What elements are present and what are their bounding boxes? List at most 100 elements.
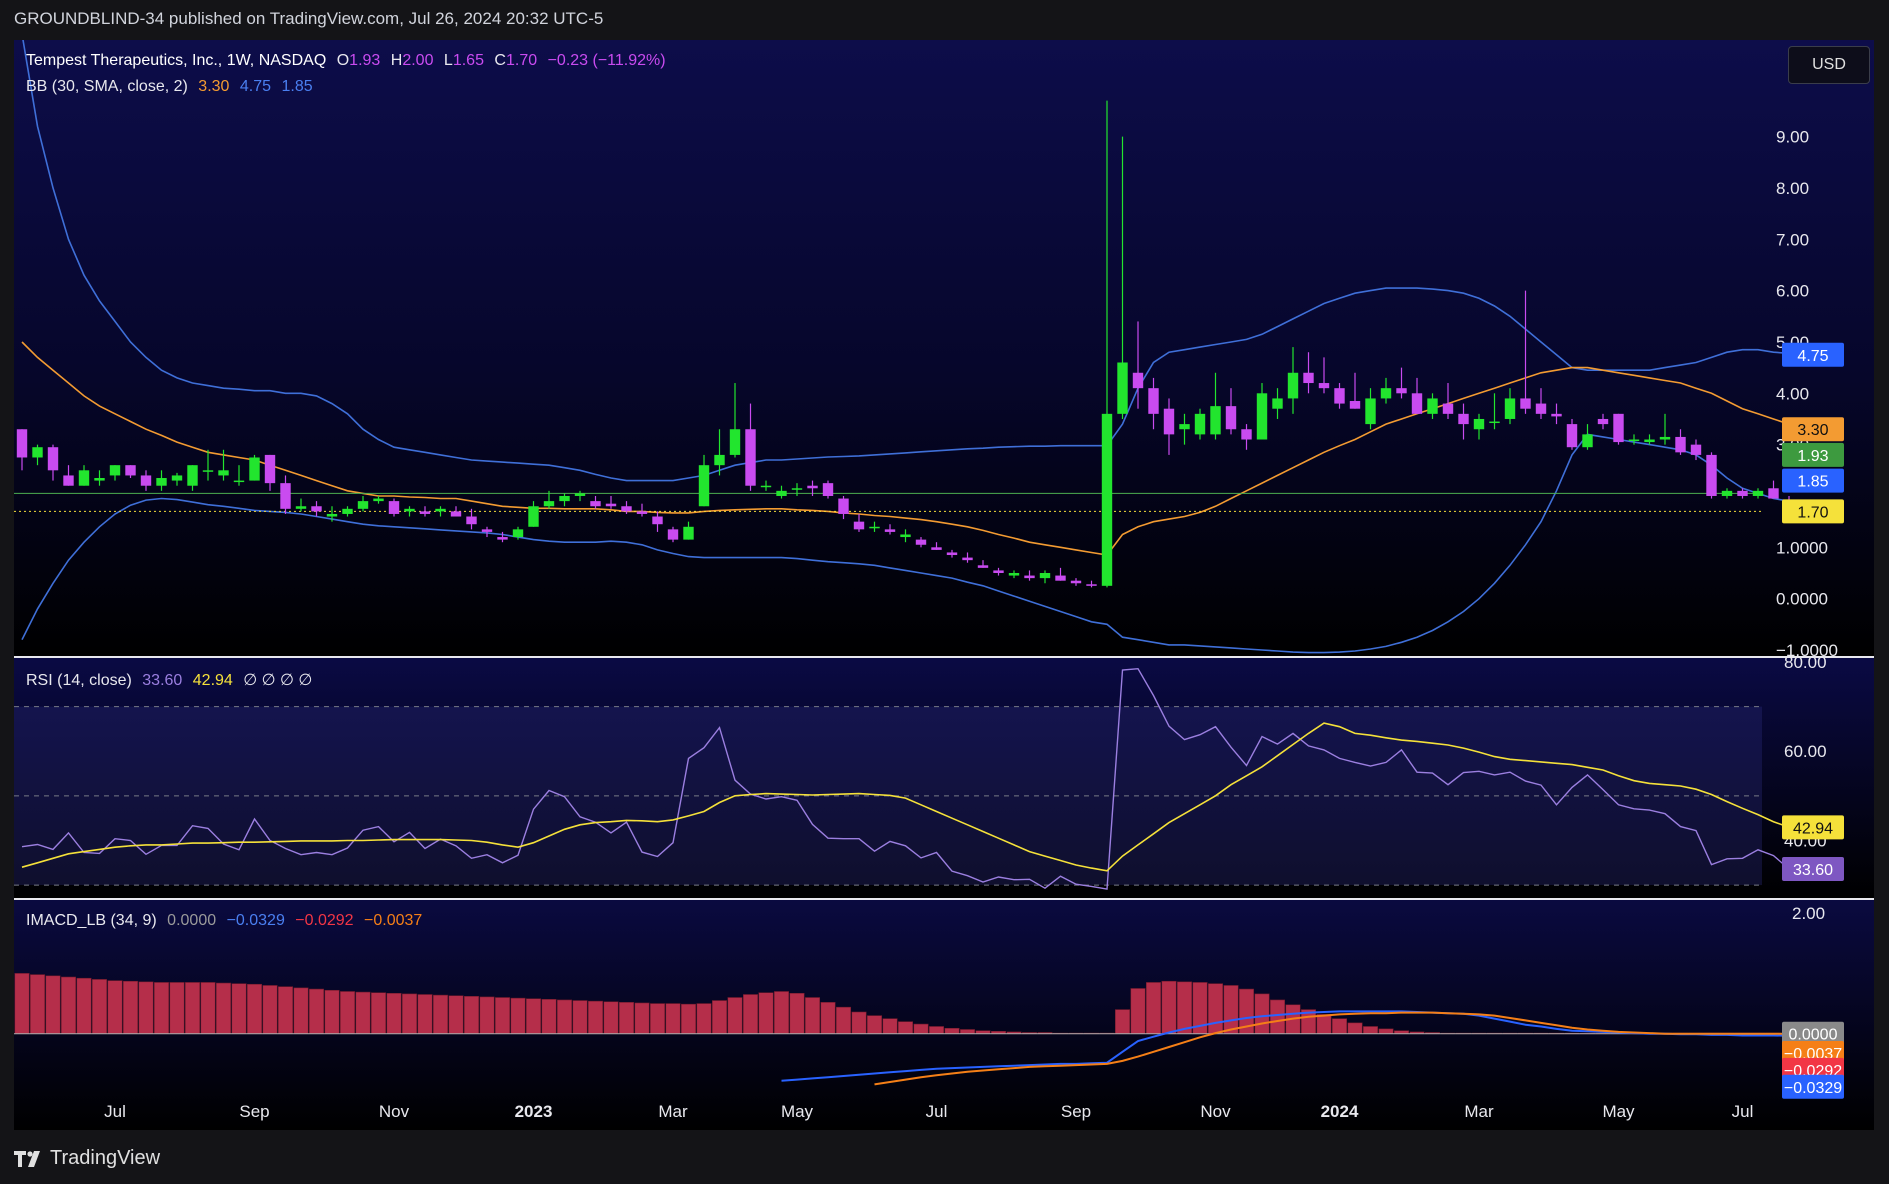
macd-histogram-bar <box>92 979 108 1035</box>
candle <box>760 485 772 488</box>
candle <box>1473 418 1485 430</box>
candle <box>1148 388 1159 414</box>
macd-histogram-bar <box>1115 1009 1131 1035</box>
macd-histogram-bar <box>76 977 92 1035</box>
price-axis-tick: 6.00 <box>1776 282 1809 301</box>
price-axis-tick: 8.00 <box>1776 179 1809 198</box>
candle <box>652 516 663 525</box>
candle <box>1551 413 1562 417</box>
macd-histogram-bar <box>277 986 293 1035</box>
macd-histogram-bar <box>479 996 495 1035</box>
macd-histogram-bar <box>463 996 479 1035</box>
macd-histogram-bar <box>386 992 402 1035</box>
candle <box>1256 393 1268 440</box>
candle <box>1458 413 1469 425</box>
candle <box>1101 413 1113 586</box>
macd-histogram-bar <box>1316 1014 1332 1035</box>
candle <box>1535 403 1547 414</box>
candle <box>605 503 617 507</box>
symbol-legend[interactable]: Tempest Therapeutics, Inc., 1W, NASDAQ O… <box>26 52 678 70</box>
macd-histogram-bar <box>1208 983 1224 1035</box>
time-axis-tick: Sep <box>239 1102 269 1121</box>
macd-histogram-bar <box>494 997 510 1035</box>
macd-histogram-bar <box>370 992 386 1035</box>
price-scale-label-text: 4.75 <box>1797 348 1828 365</box>
macd-legend[interactable]: IMACD_LB (34, 9) 0.0000 −0.0329 −0.0292 … <box>26 912 428 930</box>
candle <box>698 465 710 507</box>
low-value: 1.65 <box>452 52 484 69</box>
tradingview-logo[interactable]: TradingView <box>14 1147 160 1170</box>
candle <box>1644 439 1655 443</box>
close-value: 1.70 <box>505 52 538 69</box>
macd-histogram-bar <box>448 995 464 1035</box>
candle <box>1086 584 1097 586</box>
macd-histogram-bar <box>758 992 774 1035</box>
macd-scale-label-text: −0.0329 <box>1784 1080 1842 1097</box>
time-axis-tick: Jul <box>104 1102 126 1121</box>
candle <box>667 529 679 540</box>
time-axis-tick: May <box>781 1102 814 1121</box>
candle <box>171 475 183 481</box>
chart-frame[interactable]: 9.008.007.006.005.004.003.001.00000.0000… <box>14 40 1874 1130</box>
macd-histogram-bar <box>200 982 216 1035</box>
currency-button[interactable]: USD <box>1788 46 1870 84</box>
time-axis-tick: 2024 <box>1321 1102 1359 1121</box>
macd-histogram-bar <box>944 1027 960 1035</box>
candle <box>745 429 756 486</box>
candle <box>1349 401 1361 409</box>
candle <box>776 490 787 496</box>
candle <box>590 501 601 507</box>
candle <box>1070 580 1082 584</box>
candle <box>1318 383 1330 389</box>
bb-legend[interactable]: BB (30, SMA, close, 2) 3.30 4.75 1.85 <box>26 78 319 96</box>
candle <box>342 508 353 514</box>
price-axis-tick: 4.00 <box>1776 384 1809 403</box>
candle <box>1520 398 1531 409</box>
price-scale-label-text: 1.85 <box>1797 474 1828 491</box>
bb-name: BB (30, SMA, close, 2) <box>26 78 188 95</box>
rsi-axis-tick: 60.00 <box>1784 742 1827 761</box>
candle <box>1055 575 1066 581</box>
candle <box>1411 393 1423 414</box>
chart-canvas[interactable]: 9.008.007.006.005.004.003.001.00000.0000… <box>14 40 1874 1130</box>
macd-histogram-bar <box>820 1002 836 1035</box>
macd-value-2: −0.0292 <box>295 912 354 929</box>
macd-histogram-bar <box>804 997 820 1035</box>
open-value: 1.93 <box>349 52 381 69</box>
candle <box>202 470 214 472</box>
time-axis-tick: Jul <box>1732 1102 1754 1121</box>
macd-histogram-bar <box>339 991 355 1035</box>
candle <box>249 457 260 481</box>
candle <box>1752 490 1764 496</box>
macd-histogram-bar <box>45 975 61 1035</box>
candle <box>1179 424 1190 430</box>
candle <box>683 526 694 540</box>
macd-histogram-bar <box>680 1003 696 1035</box>
candle <box>497 537 508 540</box>
rsi-extra-values: ∅ ∅ ∅ ∅ <box>243 672 313 689</box>
macd-histogram-bar <box>262 985 278 1035</box>
candle <box>435 508 446 512</box>
candle <box>280 483 291 509</box>
rsi-legend[interactable]: RSI (14, close) 33.60 42.94 ∅ ∅ ∅ ∅ <box>26 670 318 690</box>
macd-histogram-bar <box>866 1015 882 1035</box>
macd-histogram-bar <box>1130 988 1146 1035</box>
price-scale-label: 4.75 <box>1782 342 1844 367</box>
price-scale-label: 1.70 <box>1782 499 1844 524</box>
symbol-title: Tempest Therapeutics, Inc., 1W, NASDAQ <box>26 52 327 69</box>
candle <box>1303 372 1314 384</box>
macd-value-0: 0.0000 <box>167 912 217 929</box>
candle <box>1659 436 1671 440</box>
candle <box>94 478 105 481</box>
candle <box>621 506 632 512</box>
time-axis-tick: 2023 <box>515 1102 553 1121</box>
macd-axis-tick: 2.00 <box>1792 904 1825 923</box>
candle <box>543 501 555 507</box>
candle <box>404 508 415 512</box>
candle <box>1396 388 1407 394</box>
rsi-ma-value: 42.94 <box>192 672 233 689</box>
candle <box>869 526 880 529</box>
macd-histogram-bar <box>618 1002 634 1035</box>
candle <box>931 547 942 550</box>
rsi-scale-label: 33.60 <box>1782 857 1844 882</box>
